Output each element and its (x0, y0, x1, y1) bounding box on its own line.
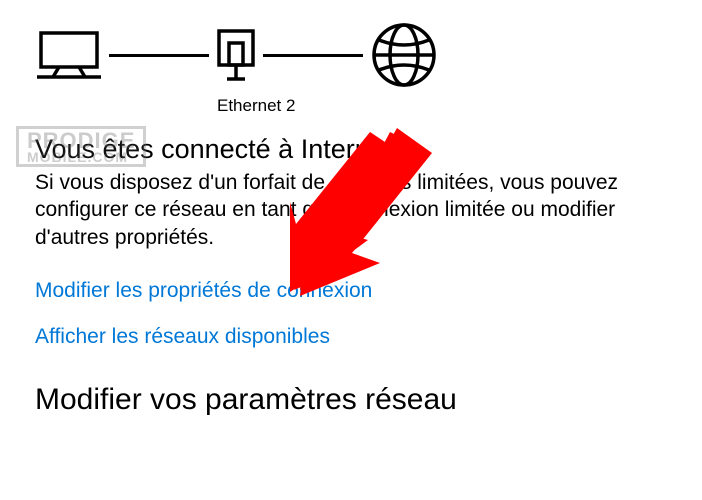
status-heading: Vous êtes connecté à Internet (35, 134, 667, 165)
network-diagram (35, 20, 667, 90)
status-description: Si vous disposez d'un forfait de données… (35, 169, 635, 251)
change-connection-properties-link[interactable]: Modifier les propriétés de connexion (35, 279, 667, 303)
network-settings-heading: Modifier vos paramètres réseau (35, 383, 667, 417)
show-available-networks-link[interactable]: Afficher les réseaux disponibles (35, 325, 667, 349)
globe-icon (369, 20, 439, 90)
diagram-connector (109, 54, 209, 57)
network-adapter-icon (215, 27, 257, 83)
computer-icon (35, 29, 103, 81)
adapter-label: Ethernet 2 (217, 96, 259, 116)
diagram-connector (263, 54, 363, 57)
